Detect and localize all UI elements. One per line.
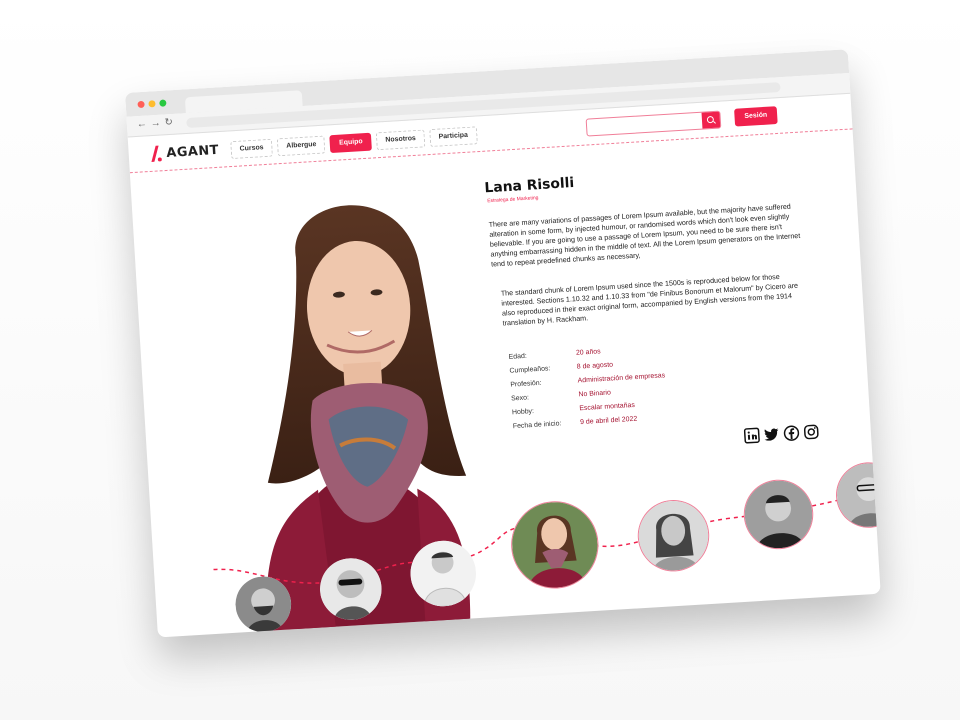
twitter-icon[interactable] (763, 426, 780, 443)
nav-cursos[interactable]: Cursos (230, 138, 274, 160)
forward-arrow-icon[interactable]: → (150, 118, 161, 129)
login-button[interactable]: Sesión (734, 106, 778, 127)
social-links (743, 424, 819, 444)
logo[interactable]: AGANT (148, 142, 219, 162)
nav-equipo[interactable]: Equipo (329, 132, 373, 154)
linkedin-icon[interactable] (743, 427, 760, 444)
profile-paragraph-2: The standard chunk of Lorem Ipsum used s… (500, 271, 799, 328)
profile-details: Edad: 20 años Cumpleaños: 8 de agosto Pr… (508, 342, 668, 435)
reload-icon[interactable]: ↻ (164, 117, 173, 128)
profile-role: Estratega de Marketing (487, 195, 539, 205)
profile-name: Lana Risolli (484, 175, 575, 197)
browser-window: ← → ↻ AGANT Cursos Albergue Equipo Nosot… (125, 49, 881, 638)
detail-value: 9 de abril del 2022 (579, 415, 638, 427)
minimize-window-icon[interactable] (148, 100, 156, 108)
logo-text: AGANT (165, 142, 220, 161)
facebook-icon[interactable] (783, 425, 800, 442)
nav-nosotros[interactable]: Nosotros (375, 129, 426, 151)
back-arrow-icon[interactable]: ← (137, 119, 148, 130)
maximize-window-icon[interactable] (159, 99, 167, 107)
detail-label: Fecha de inicio: (512, 420, 562, 431)
search-input[interactable] (585, 110, 722, 137)
agant-logo-icon (148, 145, 163, 162)
nav-albergue[interactable]: Albergue (276, 135, 326, 157)
search-icon[interactable] (701, 111, 721, 129)
profile-paragraph-1: There are many variations of passages of… (488, 201, 801, 269)
close-window-icon[interactable] (137, 100, 145, 109)
instagram-icon[interactable] (803, 424, 820, 441)
nav-participa[interactable]: Participa (429, 126, 478, 148)
mockup-stage: ← → ↻ AGANT Cursos Albergue Equipo Nosot… (0, 0, 960, 720)
